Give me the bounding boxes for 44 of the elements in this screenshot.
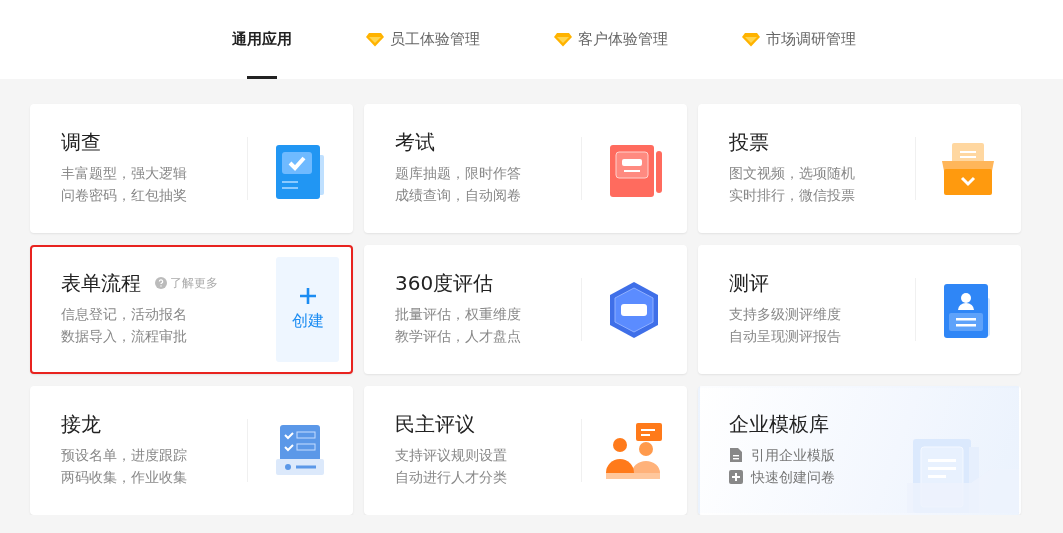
tab[interactable]: 客户体验管理 — [549, 0, 672, 79]
help-icon — [155, 277, 167, 289]
card-title: 测评 — [729, 269, 769, 297]
card-description: 丰富题型，强大逻辑 — [61, 164, 188, 183]
card-description: 题库抽题，限时作答 — [395, 164, 522, 183]
app-card[interactable]: 接龙 预设名单，进度跟踪 两码收集，作业收集 — [30, 386, 353, 515]
card-title: 调查 — [61, 128, 101, 156]
tab[interactable]: 通用应用 — [227, 0, 296, 79]
card-description: 两码收集，作业收集 — [61, 468, 188, 487]
card-description: 实时排行，微信投票 — [729, 186, 856, 205]
app-card[interactable]: 民主评议 支持评议规则设置 自动进行人才分类 — [364, 386, 687, 515]
app-card[interactable]: 调查 丰富题型，强大逻辑 问卷密码，红包抽奖 — [30, 104, 353, 233]
app-card[interactable]: 投票 图文视频，选项随机 实时排行，微信投票 — [698, 104, 1021, 233]
card-description: 教学评估，人才盘点 — [395, 327, 522, 346]
card-title: 360度评估 — [395, 269, 494, 297]
tab[interactable]: 市场调研管理 — [737, 0, 860, 79]
plus-square-icon — [729, 470, 743, 484]
app-card[interactable]: 考试 题库抽题，限时作答 成绩查询，自动阅卷 — [364, 104, 687, 233]
card-title: 投票 — [729, 128, 769, 156]
app-card[interactable]: 企业模板库 引用企业模版 快速创建问卷 — [698, 386, 1021, 515]
card-description: 批量评估，权重维度 — [395, 305, 522, 324]
card-description: 问卷密码，红包抽奖 — [61, 186, 188, 205]
card-title: 考试 — [395, 128, 435, 156]
card-title: 企业模板库 — [729, 410, 829, 438]
card-title: 表单流程 — [61, 269, 141, 297]
app-card[interactable]: 测评 支持多级测评维度 自动呈现测评报告 — [698, 245, 1021, 374]
document-icon — [729, 447, 743, 463]
card-description: 支持多级测评维度 — [729, 305, 842, 324]
template-link[interactable]: 快速创建问卷 — [729, 466, 915, 488]
card-description: 信息登记，活动报名 — [61, 305, 188, 324]
card-description: 预设名单，进度跟踪 — [61, 446, 188, 465]
card-description: 成绩查询，自动阅卷 — [395, 186, 522, 205]
card-description: 支持评议规则设置 — [395, 446, 508, 465]
card-description: 数据导入，流程审批 — [61, 327, 188, 346]
people-chat-icon — [603, 420, 664, 481]
plus-icon — [298, 287, 317, 305]
card-description: 图文视频，选项随机 — [729, 164, 856, 183]
app-card[interactable]: 360度评估 批量评估，权重维度 教学评估，人才盘点 — [364, 245, 687, 374]
card-description: 自动呈现测评报告 — [729, 327, 842, 346]
card-title: 接龙 — [61, 410, 101, 438]
card-title: 民主评议 — [395, 410, 475, 438]
template-link[interactable]: 引用企业模版 — [729, 444, 915, 466]
tab[interactable]: 员工体验管理 — [361, 0, 484, 79]
card-description: 自动进行人才分类 — [395, 468, 508, 487]
